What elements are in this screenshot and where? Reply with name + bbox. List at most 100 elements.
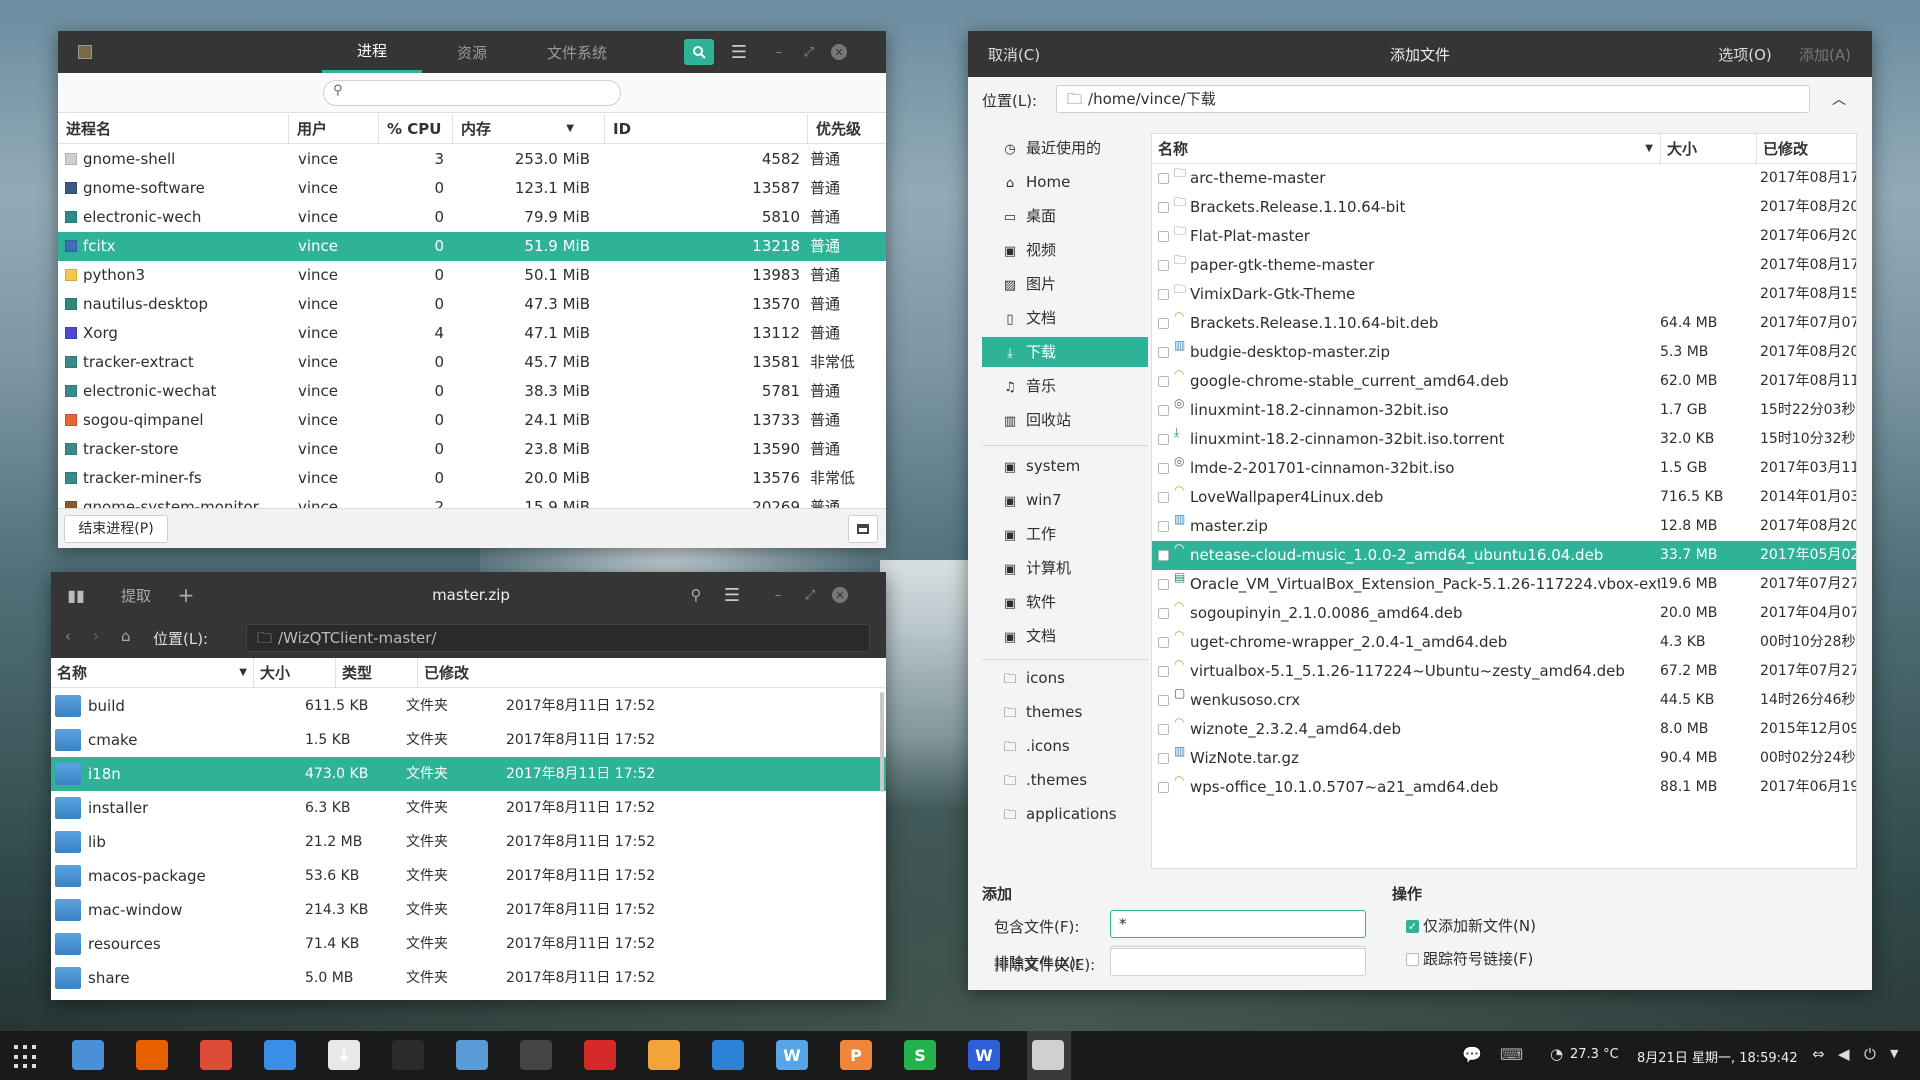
tab-processes[interactable]: 进程 xyxy=(322,31,422,73)
tab-filesystems[interactable]: 文件系统 xyxy=(522,31,632,73)
app-menu-icon[interactable] xyxy=(74,31,96,73)
minimize-button[interactable]: – xyxy=(768,31,790,73)
file-checkbox[interactable] xyxy=(1158,405,1169,416)
files-icon[interactable] xyxy=(72,1040,104,1070)
sidebar-item-trash[interactable]: ▥ 回收站 xyxy=(982,405,1148,435)
power-icon[interactable]: ⏻ xyxy=(1864,1045,1876,1063)
maximize-button[interactable]: ⤢ xyxy=(798,31,820,73)
file-checkbox[interactable] xyxy=(1158,231,1169,242)
file-checkbox[interactable] xyxy=(1158,521,1169,532)
sidebar-item-download[interactable]: ⤓ 下载 xyxy=(982,337,1148,367)
maximize-button[interactable]: ⤢ xyxy=(799,572,821,618)
wps-writer-icon[interactable]: W xyxy=(968,1040,1000,1070)
file-row[interactable]: ⤓ linuxmint-18.2-cinnamon-32bit.iso.torre… xyxy=(1152,425,1856,454)
table-row[interactable]: installer 6.3 KB 文件夹 2017年8月11日 17:52 xyxy=(51,791,886,825)
table-row[interactable]: Xorg vince 4 47.1 MiB 13112 普通 xyxy=(58,319,886,348)
table-row[interactable]: tracker-store vince 0 23.8 MiB 13590 普通 xyxy=(58,435,886,464)
temperature-readout[interactable]: 27.3 °C xyxy=(1570,1047,1619,1062)
file-row[interactable]: ◠ sogoupinyin_2.1.0.0086_amd64.deb 20.0 MB… xyxy=(1152,599,1856,628)
sidebar-drive[interactable]: ▣ 软件 xyxy=(982,587,1148,617)
file-checkbox[interactable] xyxy=(1158,753,1169,764)
network-icon[interactable]: ⇔ xyxy=(1812,1045,1825,1063)
add-button[interactable]: 添加(A) xyxy=(1790,31,1860,77)
file-row[interactable]: ◠ wiznote_2.3.2.4_amd64.deb 8.0 MB 2015年12月… xyxy=(1152,715,1856,744)
file-checkbox[interactable] xyxy=(1158,724,1169,735)
table-row[interactable]: nautilus-desktop vince 0 47.3 MiB 13570 普通 xyxy=(58,290,886,319)
file-checkbox[interactable] xyxy=(1158,434,1169,445)
file-checkbox[interactable] xyxy=(1158,579,1169,590)
settings-toggle-icon[interactable] xyxy=(264,1040,296,1070)
file-checkbox[interactable] xyxy=(1158,202,1169,213)
file-checkbox[interactable] xyxy=(1158,318,1169,329)
file-checkbox[interactable] xyxy=(1158,637,1169,648)
location-field[interactable]: 🗀 /home/vince/下载 xyxy=(1056,85,1810,113)
back-icon[interactable]: ‹ xyxy=(65,627,71,645)
table-row[interactable]: i18n 473.0 KB 文件夹 2017年8月11日 17:52 xyxy=(51,757,886,791)
sidebar-item-image[interactable]: ▨ 图片 xyxy=(982,269,1148,299)
end-process-button[interactable]: 结束进程(P) xyxy=(64,515,168,543)
home-icon[interactable]: ⌂ xyxy=(121,627,131,645)
mail-icon[interactable] xyxy=(456,1040,488,1070)
file-row[interactable]: ◠ google-chrome-stable_current_amd64.deb 6… xyxy=(1152,367,1856,396)
inkscape-icon[interactable] xyxy=(520,1040,552,1070)
file-checkbox[interactable] xyxy=(1158,463,1169,474)
file-row[interactable]: 🗀 Flat-Plat-master 2017年06月20 xyxy=(1152,222,1856,251)
col-cpu[interactable]: % CPU xyxy=(378,114,446,144)
table-row[interactable]: share 5.0 MB 文件夹 2017年8月11日 17:52 xyxy=(51,961,886,995)
table-row[interactable]: electronic-wech vince 0 79.9 MiB 5810 普通 xyxy=(58,203,886,232)
sidebar-toggle-icon[interactable]: ▮▮ xyxy=(61,572,91,618)
location-field[interactable]: 🗀 /WizQTClient-master/ xyxy=(246,624,870,652)
col-size[interactable]: 大小 xyxy=(253,658,290,688)
sidebar-bookmark[interactable]: 🗀 .icons xyxy=(982,731,1148,761)
file-checkbox[interactable] xyxy=(1158,608,1169,619)
file-checkbox[interactable] xyxy=(1158,173,1169,184)
sidebar-item-video[interactable]: ▣ 视频 xyxy=(982,235,1148,265)
sidebar-item-desktop[interactable]: ▭ 桌面 xyxy=(982,201,1148,231)
table-row[interactable]: tracker-miner-fs vince 0 20.0 MiB 13576 非常低 xyxy=(58,464,886,493)
col-user[interactable]: 用户 xyxy=(288,114,327,144)
table-row[interactable]: lib 21.2 MB 文件夹 2017年8月11日 17:52 xyxy=(51,825,886,859)
file-checkbox[interactable] xyxy=(1158,666,1169,677)
file-checkbox[interactable] xyxy=(1158,782,1169,793)
sidebar-drive[interactable]: ▣ 工作 xyxy=(982,519,1148,549)
file-row[interactable]: ◠ Brackets.Release.1.10.64-bit.deb 64.4 MB… xyxy=(1152,309,1856,338)
add-icon[interactable]: + xyxy=(171,572,201,618)
search-input[interactable]: ⚲ xyxy=(323,80,621,106)
sidebar-drive[interactable]: ▣ system xyxy=(982,451,1148,481)
search-toggle-button[interactable] xyxy=(684,39,714,65)
table-row[interactable]: resources 71.4 KB 文件夹 2017年8月11日 17:52 xyxy=(51,927,886,961)
file-row[interactable]: 🗀 VimixDark-Gtk-Theme 2017年08月15 xyxy=(1152,280,1856,309)
sidebar-drive[interactable]: ▣ 计算机 xyxy=(982,553,1148,583)
table-row[interactable]: electronic-wechat vince 0 38.3 MiB 5781 普通 xyxy=(58,377,886,406)
table-row[interactable]: gnome-system-monitor vince 2 15.9 MiB 20269 普… xyxy=(58,493,886,508)
minimize-button[interactable]: – xyxy=(767,572,789,618)
wps-presentation-icon[interactable]: P xyxy=(840,1040,872,1070)
close-button[interactable]: ✕ xyxy=(829,572,851,618)
col-process-name[interactable]: 进程名 xyxy=(66,114,111,144)
file-checkbox[interactable] xyxy=(1158,260,1169,271)
file-checkbox[interactable] xyxy=(1158,347,1169,358)
col-id[interactable]: ID xyxy=(604,114,631,144)
firefox-icon[interactable] xyxy=(136,1040,168,1070)
app-grid-icon[interactable] xyxy=(14,1045,38,1069)
menu-button[interactable]: ☰ xyxy=(724,31,754,73)
search-icon[interactable]: ⚲ xyxy=(681,572,711,618)
table-row[interactable]: sogou-qimpanel vince 0 24.1 MiB 13733 普通 xyxy=(58,406,886,435)
table-row[interactable]: cmake 1.5 KB 文件夹 2017年8月11日 17:52 xyxy=(51,723,886,757)
file-row[interactable]: ◠ uget-chrome-wrapper_2.0.4-1_amd64.deb 4.… xyxy=(1152,628,1856,657)
file-row[interactable]: ▥ WizNote.tar.gz 90.4 MB 00时02分24秒 xyxy=(1152,744,1856,773)
sidebar-item-document[interactable]: ▯ 文档 xyxy=(982,303,1148,333)
sidebar-bookmark[interactable]: 🗀 themes xyxy=(982,697,1148,727)
chevron-down-icon[interactable]: ▼ xyxy=(1890,1047,1898,1060)
col-name[interactable]: 名称 ▼ xyxy=(1158,134,1653,164)
sidebar-item-home[interactable]: ⌂ Home xyxy=(982,167,1148,197)
wechat-tray-icon[interactable]: 💬 xyxy=(1462,1045,1482,1064)
scrollbar[interactable] xyxy=(880,692,884,792)
forward-icon[interactable]: › xyxy=(93,627,99,645)
file-row[interactable]: ▤ Oracle_VM_VirtualBox_Extension_Pack-5.1… xyxy=(1152,570,1856,599)
menu-button[interactable]: ☰ xyxy=(717,572,747,618)
col-modified[interactable]: 已修改 xyxy=(1756,134,1808,164)
file-row[interactable]: 🗀 paper-gtk-theme-master 2017年08月17 xyxy=(1152,251,1856,280)
col-name[interactable]: 名称 ▼ xyxy=(57,658,247,688)
screenshot-icon[interactable] xyxy=(712,1040,744,1070)
